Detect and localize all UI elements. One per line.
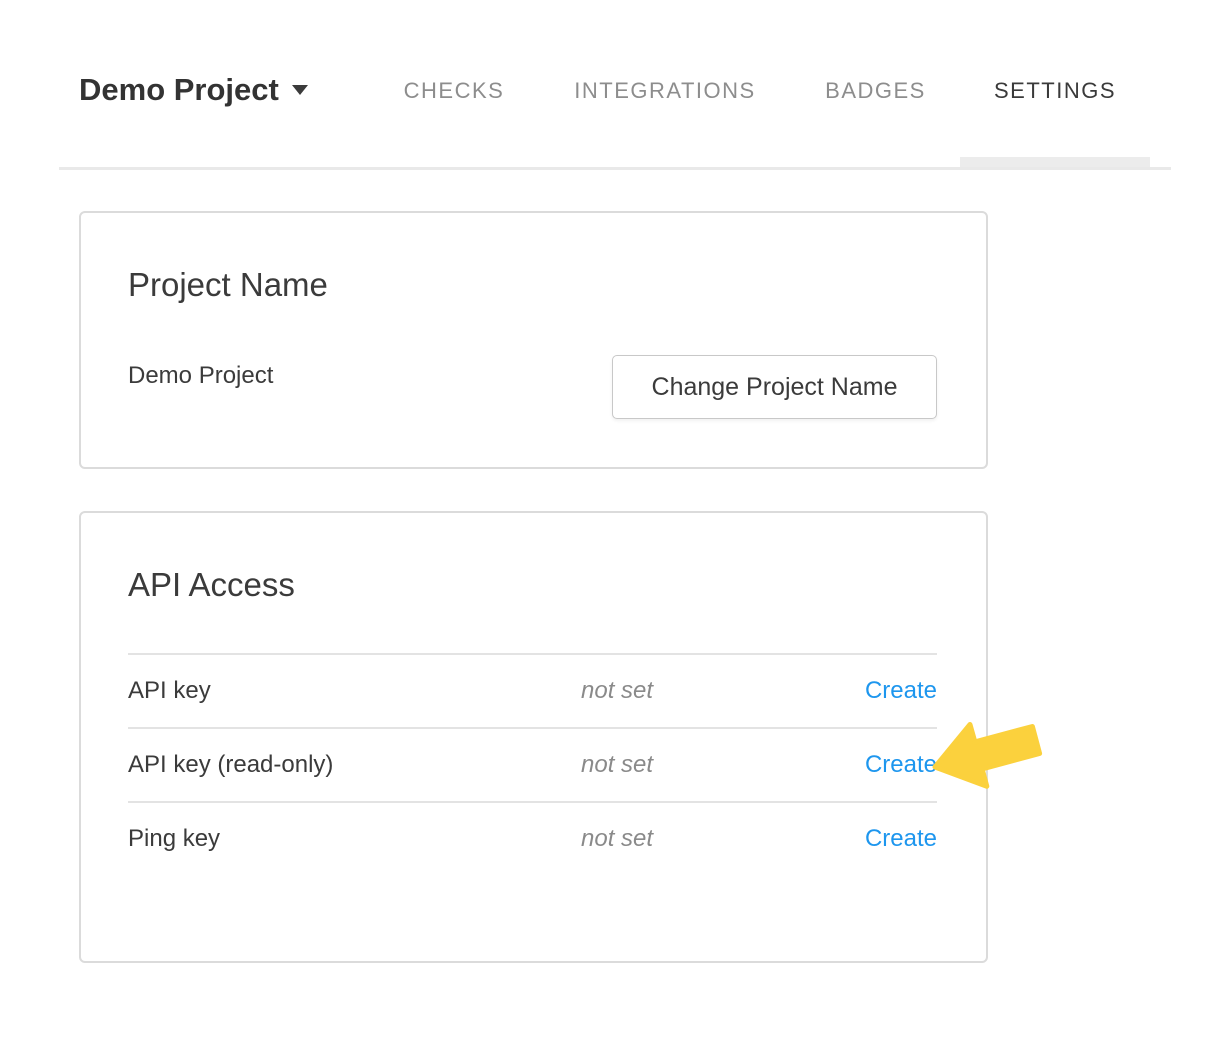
main-nav: CHECKS INTEGRATIONS BADGES SETTINGS [369,0,1150,169]
tab-checks[interactable]: CHECKS [369,0,539,169]
project-switcher[interactable]: Demo Project [79,72,308,108]
tab-integrations-label: INTEGRATIONS [574,78,755,103]
api-access-card: API Access API key not set Create API ke… [79,511,988,963]
tab-integrations[interactable]: INTEGRATIONS [539,0,791,169]
api-key-value: not set [581,677,791,705]
tab-settings-label: SETTINGS [994,78,1116,103]
table-row-api-key: API key not set Create [128,653,937,727]
project-name-card: Project Name Demo Project Change Project… [79,211,988,469]
table-row-api-key-readonly: API key (read-only) not set Create [128,727,937,801]
change-project-name-button[interactable]: Change Project Name [612,355,937,419]
api-key-label: API key [128,677,581,705]
ping-key-value: not set [581,825,791,853]
api-key-readonly-label: API key (read-only) [128,751,581,779]
highlight-arrow-shape [935,725,1040,787]
highlight-arrow-icon [925,714,1050,799]
tab-badges-label: BADGES [825,78,926,103]
header-divider [59,167,1171,170]
tab-checks-label: CHECKS [404,78,505,103]
create-ping-key-link[interactable]: Create [865,825,937,852]
table-row-ping-key: Ping key not set Create [128,801,937,875]
create-api-key-link[interactable]: Create [865,677,937,704]
tab-badges[interactable]: BADGES [791,0,960,169]
api-access-card-title: API Access [128,565,295,605]
ping-key-label: Ping key [128,825,581,853]
project-name-card-title: Project Name [128,265,328,305]
tab-settings[interactable]: SETTINGS [960,0,1150,169]
caret-down-icon [292,85,308,95]
api-keys-table: API key not set Create API key (read-onl… [128,653,937,875]
current-project-name: Demo Project [128,362,273,390]
settings-page: { "header": { "project_title": "Demo Pro… [0,0,1220,1059]
project-title: Demo Project [79,72,279,107]
api-key-readonly-value: not set [581,751,791,779]
